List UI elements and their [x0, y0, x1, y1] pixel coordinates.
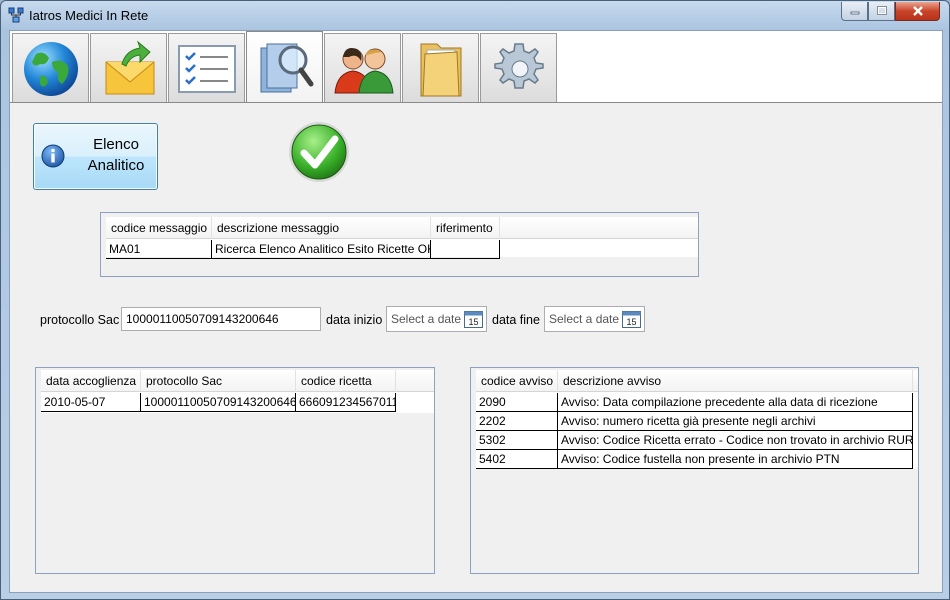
col-codice-messaggio[interactable]: codice messaggio [106, 217, 212, 239]
tab-divider [10, 102, 942, 103]
messages-grid[interactable]: codice messaggio descrizione messaggio r… [100, 212, 699, 277]
col-codice-avviso[interactable]: codice avviso [476, 370, 558, 392]
calendar-icon[interactable]: 15 [464, 310, 483, 328]
data-fine-datepicker[interactable]: Select a date 15 [544, 306, 645, 332]
elenco-analitico-label: Elenco Analitico [78, 134, 154, 176]
cell-codice-messaggio: MA01 [106, 240, 212, 259]
tab-mail[interactable] [90, 33, 167, 103]
col-data-accoglienza[interactable]: data accoglienza [41, 370, 141, 392]
cell-descrizione-avviso: Avviso: Codice fustella non presente in … [558, 450, 913, 469]
tab-folders[interactable] [402, 33, 479, 103]
cell-descrizione-messaggio: Ricerca Elenco Analitico Esito Ricette O… [212, 240, 431, 259]
app-network-icon [8, 7, 24, 23]
cell-riferimento [431, 240, 500, 259]
data-fine-label: data fine [492, 313, 540, 327]
close-button[interactable] [895, 2, 940, 21]
users-icon [333, 47, 394, 93]
data-inizio-datepicker[interactable]: Select a date 15 [386, 306, 487, 332]
avvisi-grid-header: codice avviso descrizione avviso [476, 370, 918, 392]
settings-gear-icon [493, 42, 544, 89]
cell-descrizione-avviso: Avviso: Codice Ricetta errato - Codice n… [558, 431, 913, 450]
elenco-analitico-button[interactable]: Elenco Analitico [33, 123, 158, 190]
ricette-grid[interactable]: data accoglienza protocollo Sac codice r… [35, 367, 435, 574]
tab-search-documents[interactable] [246, 31, 323, 103]
ricette-grid-header: data accoglienza protocollo Sac codice r… [41, 370, 434, 392]
elenco-label-line1: Elenco [93, 136, 139, 153]
globe-icon [23, 41, 78, 96]
app-window: Iatros Medici In Rete Elenco Analitico c… [0, 0, 950, 600]
cell-codice-avviso: 2202 [476, 412, 558, 431]
folders-icon [420, 43, 461, 96]
close-icon [912, 6, 923, 16]
mail-icon [105, 39, 154, 94]
minimize-icon [850, 11, 859, 15]
data-fine-placeholder: Select a date [549, 312, 620, 326]
col-riferimento[interactable]: riferimento [431, 217, 500, 239]
maximize-button[interactable] [868, 2, 895, 21]
cell-descrizione-avviso: Avviso: Data compilazione precedente all… [558, 393, 913, 412]
cell-protocollo-sac: 10000110050709143200646 [141, 393, 296, 412]
messages-grid-body: codice messaggio descrizione messaggio r… [106, 217, 698, 259]
cell-codice-avviso: 5302 [476, 431, 558, 450]
col-descrizione-messaggio[interactable]: descrizione messaggio [212, 217, 431, 239]
avvisi-grid-body: codice avviso descrizione avviso 2090 Av… [476, 370, 918, 469]
search-documents-icon [260, 43, 313, 92]
calendar-day-text: 15 [468, 317, 478, 327]
col-protocollo-sac[interactable]: protocollo Sac [141, 370, 296, 392]
ricette-grid-body: data accoglienza protocollo Sac codice r… [41, 370, 434, 413]
info-icon [41, 144, 65, 168]
window-title: Iatros Medici In Rete [29, 8, 149, 23]
avvisi-grid[interactable]: codice avviso descrizione avviso 2090 Av… [470, 367, 919, 574]
client-area: Elenco Analitico codice messaggio descri… [9, 30, 943, 593]
col-descrizione-avviso[interactable]: descrizione avviso [558, 370, 913, 392]
minimize-button[interactable] [841, 2, 868, 21]
tab-settings[interactable] [480, 33, 557, 103]
tab-checklist[interactable] [168, 33, 245, 103]
col-codice-ricetta[interactable]: codice ricetta [296, 370, 396, 392]
maximize-icon [876, 6, 887, 15]
cell-descrizione-avviso: Avviso: numero ricetta già presente negl… [558, 412, 913, 431]
tab-users[interactable] [324, 33, 401, 103]
messages-grid-header: codice messaggio descrizione messaggio r… [106, 217, 698, 239]
cell-data-accoglienza: 2010-05-07 [41, 393, 141, 412]
success-check-icon [289, 122, 349, 182]
tab-globe[interactable] [12, 33, 89, 103]
protocollo-sac-label: protocollo Sac [40, 313, 120, 327]
tab-strip [10, 31, 942, 103]
calendar-icon[interactable]: 15 [622, 310, 641, 328]
data-inizio-label: data inizio [326, 313, 383, 327]
protocollo-sac-input[interactable]: 10000110050709143200646 [121, 307, 321, 331]
cell-codice-avviso: 2090 [476, 393, 558, 412]
data-inizio-placeholder: Select a date [391, 312, 462, 326]
elenco-label-line2: Analitico [87, 157, 145, 174]
checklist-icon [177, 44, 236, 93]
title-bar[interactable]: Iatros Medici In Rete [1, 1, 949, 29]
calendar-day-text: 15 [626, 317, 636, 327]
cell-codice-avviso: 5402 [476, 450, 558, 469]
cell-codice-ricetta: 666091234567011 [296, 393, 396, 412]
